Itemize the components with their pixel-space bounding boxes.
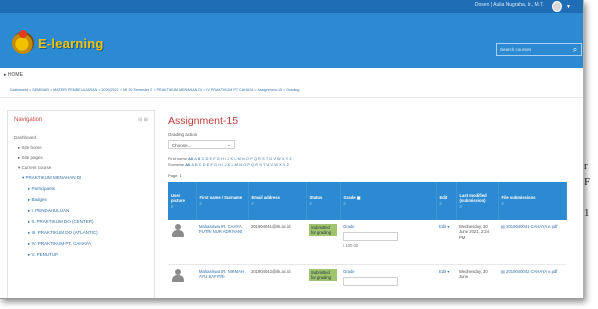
first-name-all[interactable]: All [188, 157, 193, 161]
user-avatar-icon[interactable] [171, 224, 185, 238]
status-badge: Submitted for grading [309, 269, 337, 281]
breadcrumb[interactable]: Dashboard > SEMINAR > MATERI PEMBELAJARA… [10, 88, 299, 92]
file-link[interactable]: 2019040042 CAHAYA e.pdf [506, 269, 557, 274]
grade-input[interactable] [343, 277, 398, 287]
student-email: 201904042@itk.ac.id [248, 264, 306, 299]
col-file-submissions[interactable]: File submissions ≡ [498, 182, 567, 220]
block-controls-icon[interactable]: ⊟ ⊞ [138, 117, 148, 123]
user-avatar[interactable] [552, 1, 562, 12]
surname-letters[interactable]: A B C D E F G H I J K L M N O P Q R S T … [191, 163, 289, 167]
chevron-down-icon: ⌄ [226, 142, 231, 148]
nav-item-section-5[interactable]: ▸ V. PENUTUP [28, 252, 58, 258]
student-name-link[interactable]: Mahasiswa IR. CAHYA PUTRI NUR ADRIYANI [199, 224, 242, 234]
sort-icon: ≡ [501, 201, 504, 206]
main-region: Assignment-15 Grading action Choose... ⌄… [163, 110, 583, 299]
logo-text: E-learning [38, 35, 104, 51]
divider [0, 97, 584, 98]
outside-text-3: 1 [584, 207, 590, 219]
sort-icon: ≡ [343, 201, 346, 206]
nav-item-section-4[interactable]: ▸ IV. PRAKTIKUM PT. CAHAYA [28, 241, 91, 247]
search-icon[interactable]: ⌕ [569, 44, 581, 55]
search-placeholder: Search courses [500, 47, 532, 52]
first-name-letters[interactable]: A B C D E F G H I J K L M N O P Q R S T … [194, 157, 292, 161]
col-status[interactable]: Status ≡ [306, 182, 341, 220]
table-header-row: User picture ≡ First name / Surname ≡ Emai… [168, 182, 567, 220]
file-link[interactable]: 2019040041 CAHAYA e.pdf [506, 224, 557, 229]
nav-item-participants[interactable]: ▸ Participants [28, 186, 55, 192]
navigation-title: Navigation [14, 117, 43, 123]
edit-menu[interactable]: Edit ▾ [439, 269, 449, 274]
last-modified: Wednesday, 30 June [456, 264, 498, 299]
sort-icon: ≡ [171, 203, 174, 209]
student-name-link[interactable]: Mahasiswa IR. NIKMAH AYU SAFITRI [199, 269, 244, 279]
first-name-filter: First name All A B C D E F G H I J K L M… [168, 157, 292, 161]
grade-label: Grade [343, 224, 355, 229]
site-logo[interactable]: E-learning [12, 30, 104, 54]
surname-label: Surname [168, 163, 185, 167]
table-row: Mahasiswa IR. NIKMAH AYU SAFITRI 2019040… [168, 264, 566, 299]
student-email: 201904041@itk.ac.id [248, 220, 306, 265]
sort-icon: ≡ [459, 203, 462, 209]
screenshot-frame: Dosen | Aulia Nugraha, Ir., M.T. ▼ E-lea… [0, 0, 584, 299]
pagination[interactable]: Page: 1 [168, 173, 182, 178]
sort-icon: ≡ [199, 201, 202, 206]
last-modified: Wednesday, 30 June 2021, 2:24 PM [456, 220, 498, 265]
sort-icon: ≡ [309, 201, 312, 206]
grade-input[interactable] [343, 232, 398, 242]
nav-item-dashboard[interactable]: Dashboard [14, 135, 36, 140]
col-name[interactable]: First name / Surname ≡ [196, 182, 249, 220]
surname-all[interactable]: All [185, 163, 190, 167]
home-link[interactable]: ▸ HOME [4, 72, 23, 78]
nav-item-current-course[interactable]: ▾ Current course [18, 165, 51, 171]
grading-action-value: Choose... [172, 143, 192, 148]
top-bar: Dosen | Aulia Nugraha, Ir., M.T. ▼ [0, 0, 584, 13]
course-search-input[interactable]: Search courses ⌕ [496, 43, 582, 56]
navigation-block: Navigation ⊟ ⊞ Dashboard ▸ Site home ▸ S… [7, 110, 155, 299]
submissions-table: User picture ≡ First name / Surname ≡ Emai… [168, 182, 567, 299]
nav-item-course[interactable]: ▾ PRAKTIKUM MENAHAN DI [22, 175, 81, 181]
edit-menu[interactable]: Edit ▾ [439, 224, 449, 229]
chevron-down-icon[interactable]: ▼ [566, 4, 571, 10]
grading-action-select[interactable]: Choose... ⌄ [168, 140, 235, 149]
table-row: Mahasiswa IR. CAHYA PUTRI NUR ADRIYANI 2… [168, 220, 566, 265]
quick-grade-icon: ▣ [356, 195, 361, 201]
grade-out-of: / 100.00 [343, 243, 359, 249]
col-email[interactable]: Email address ≡ [248, 182, 307, 220]
nav-item-badges[interactable]: ▸ Badges [28, 197, 47, 203]
col-grade[interactable]: Grade ▣ ≡ [340, 182, 437, 220]
col-edit[interactable]: Edit ≡ [436, 182, 457, 220]
site-header: E-learning Search courses ⌕ [0, 13, 584, 68]
col-last-modified[interactable]: Last modified (submission) ≡ [456, 182, 499, 220]
grading-action-label: Grading action [168, 132, 198, 137]
status-badge: Submitted for grading [309, 224, 337, 236]
col-user-picture[interactable]: User picture ≡ [168, 182, 197, 220]
user-menu-name[interactable]: Dosen | Aulia Nugraha, Ir., M.T. [475, 2, 544, 8]
page-title: Assignment-15 [168, 115, 239, 127]
outside-text-1: r [584, 160, 588, 172]
outside-text-2: F [584, 176, 591, 188]
nav-item-section-3[interactable]: ▸ III. PRAKTIKUM DO (ATLANTIC) [28, 230, 98, 236]
nav-item-site-pages[interactable]: ▸ Site pages [18, 155, 43, 161]
nav-item-section-2[interactable]: ▸ II. PRAKTIKUM DO (CENTER) [28, 219, 94, 225]
grade-label: Grade [343, 269, 355, 274]
nav-item-section-1[interactable]: ▸ I. PENDAHULUAN [28, 208, 69, 214]
logo-icon [12, 30, 34, 54]
sort-icon: ≡ [439, 201, 442, 206]
first-name-label: First name [168, 157, 187, 161]
sort-icon: ≡ [251, 201, 254, 206]
user-avatar-icon[interactable] [171, 269, 185, 283]
surname-filter: Surname All A B C D E F G H I J K L M N … [168, 163, 289, 167]
nav-item-site-home[interactable]: ▸ Site home [18, 145, 42, 151]
